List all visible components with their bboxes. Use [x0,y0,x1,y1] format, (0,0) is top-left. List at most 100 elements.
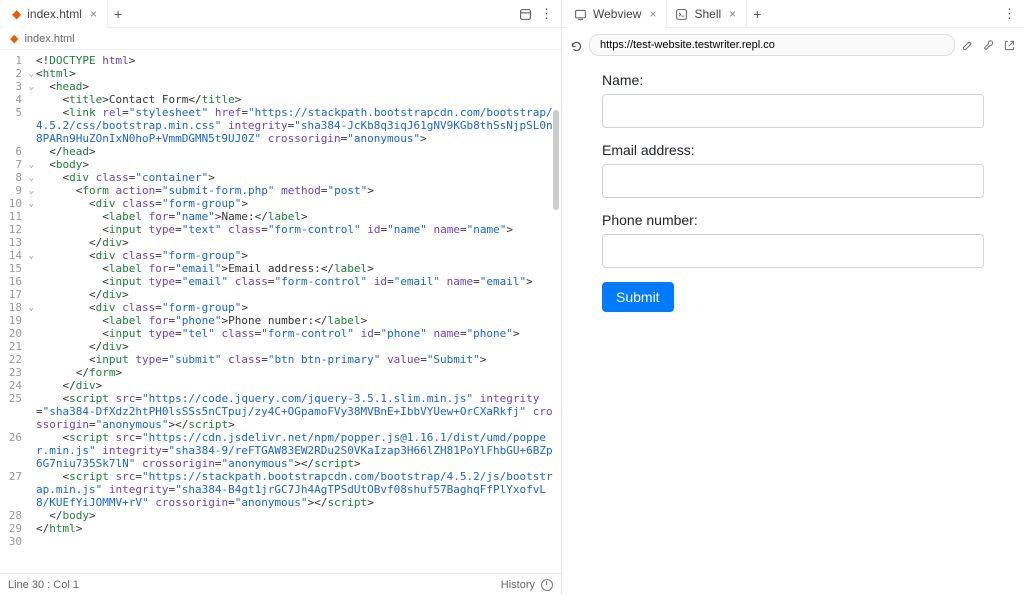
code-line[interactable]: <input type="text" class="form-control" … [36,223,557,236]
code-line[interactable]: </div> [36,379,557,392]
more-icon[interactable]: ⋮ [540,6,553,22]
code-line[interactable]: <link rel="stylesheet" href="https://sta… [36,106,557,145]
line-number[interactable]: 11 [0,210,24,223]
tab-label: Webview [593,7,641,21]
editor-tabbar: ◆ index.html × + ⋮ [0,0,561,28]
line-number[interactable]: 28 [0,509,24,522]
line-number[interactable]: 9⌄ [0,184,24,197]
tab-webview[interactable]: Webview × [566,0,667,28]
scrollbar-thumb[interactable] [553,110,559,210]
line-number[interactable]: 14⌄ [0,249,24,262]
close-icon[interactable]: × [647,7,658,21]
code-line[interactable]: <label for="phone">Phone number:</label> [36,314,557,327]
phone-field[interactable] [602,234,984,268]
new-tab-button[interactable]: + [747,6,767,22]
code-line[interactable]: </body> [36,509,557,522]
line-number[interactable]: 30 [0,535,24,548]
reload-icon[interactable] [570,37,583,52]
code-line[interactable]: <input type="tel" class="form-control" i… [36,327,557,340]
code-line[interactable]: <head> [36,80,557,93]
line-number[interactable]: 25 [0,392,24,431]
code-line[interactable]: <script src="https://stackpath.bootstrap… [36,470,557,509]
fold-icon[interactable]: ⌄ [29,250,34,263]
line-number[interactable]: 20 [0,327,24,340]
fold-icon[interactable]: ⌄ [29,68,34,81]
code-line[interactable]: </div> [36,288,557,301]
more-icon[interactable]: ⋮ [1003,6,1016,22]
shell-icon [675,6,688,20]
tab-index-html[interactable]: ◆ index.html × [4,0,108,28]
line-number[interactable]: 22 [0,353,24,366]
code-line[interactable]: <script src="https://cdn.jsdelivr.net/np… [36,431,557,470]
code-line[interactable]: <form action="submit-form.php" method="p… [36,184,557,197]
webview-icon [574,6,587,20]
tab-shell[interactable]: Shell × [667,0,747,28]
line-number[interactable]: 19 [0,314,24,327]
code-line[interactable]: <input type="email" class="form-control"… [36,275,557,288]
fold-icon[interactable]: ⌄ [29,81,34,94]
fold-icon[interactable]: ⌄ [29,172,34,185]
line-number[interactable]: 3⌄ [0,80,24,93]
name-field[interactable] [602,94,984,128]
close-icon[interactable]: × [88,7,99,21]
code-line[interactable]: <label for="email">Email address:</label… [36,262,557,275]
code-line[interactable]: <body> [36,158,557,171]
new-tab-button[interactable]: + [108,6,128,22]
line-number[interactable]: 7⌄ [0,158,24,171]
fold-icon[interactable]: ⌄ [29,159,34,172]
code-line[interactable]: <div class="form-group"> [36,301,557,314]
submit-button[interactable]: Submit [602,282,674,312]
code-line[interactable]: </head> [36,145,557,158]
line-number[interactable]: 1 [0,54,24,67]
line-number[interactable]: 18⌄ [0,301,24,314]
line-number[interactable]: 24 [0,379,24,392]
line-number[interactable]: 12 [0,223,24,236]
code-line[interactable]: <input type="submit" class="btn btn-prim… [36,353,557,366]
code-line[interactable]: </form> [36,366,557,379]
code-line[interactable]: <html> [36,67,557,80]
code-line[interactable]: <div class="container"> [36,171,557,184]
code-line[interactable]: <title>Contact Form</title> [36,93,557,106]
line-number[interactable]: 13 [0,236,24,249]
url-input[interactable] [589,34,955,56]
code-line[interactable]: </html> [36,522,557,535]
line-number[interactable]: 17 [0,288,24,301]
line-number[interactable]: 5 [0,106,24,145]
code-line[interactable]: <script src="https://code.jquery.com/jqu… [36,392,557,431]
line-number[interactable]: 2⌄ [0,67,24,80]
fold-icon[interactable]: ⌄ [29,198,34,211]
code-line[interactable]: <div class="form-group"> [36,249,557,262]
line-number[interactable]: 26 [0,431,24,470]
email-field[interactable] [602,164,984,198]
line-number[interactable]: 23 [0,366,24,379]
webview-content: Name: Email address: Phone number: Submi… [562,62,1024,595]
line-number[interactable]: 4 [0,93,24,106]
line-number[interactable]: 29 [0,522,24,535]
edit-icon[interactable] [961,38,974,52]
code-line[interactable]: <!DOCTYPE html> [36,54,557,67]
code-line[interactable]: <label for="name">Name:</label> [36,210,557,223]
breadcrumb-file: index.html [24,33,74,45]
fold-icon[interactable]: ⌄ [29,302,34,315]
code-line[interactable] [36,535,557,548]
scrollbar-track[interactable] [551,50,561,573]
contact-form: Name: Email address: Phone number: Submi… [602,72,984,312]
fold-icon[interactable]: ⌄ [29,185,34,198]
line-number[interactable]: 8⌄ [0,171,24,184]
line-number[interactable]: 16 [0,275,24,288]
line-number[interactable]: 6 [0,145,24,158]
code-line[interactable]: </div> [36,236,557,249]
line-number[interactable]: 21 [0,340,24,353]
line-number[interactable]: 27 [0,470,24,509]
devtools-icon[interactable] [982,38,995,52]
layout-icon[interactable] [519,6,532,21]
close-icon[interactable]: × [727,7,738,21]
code-editor[interactable]: 12⌄3⌄4567⌄8⌄9⌄10⌄11121314⌄15161718⌄19202… [0,50,561,573]
code-line[interactable]: </div> [36,340,557,353]
open-external-icon[interactable] [1003,38,1016,52]
line-number[interactable]: 15 [0,262,24,275]
code-line[interactable]: <div class="form-group"> [36,197,557,210]
line-number[interactable]: 10⌄ [0,197,24,210]
history-label[interactable]: History [501,579,535,591]
history-icon[interactable] [541,579,553,591]
